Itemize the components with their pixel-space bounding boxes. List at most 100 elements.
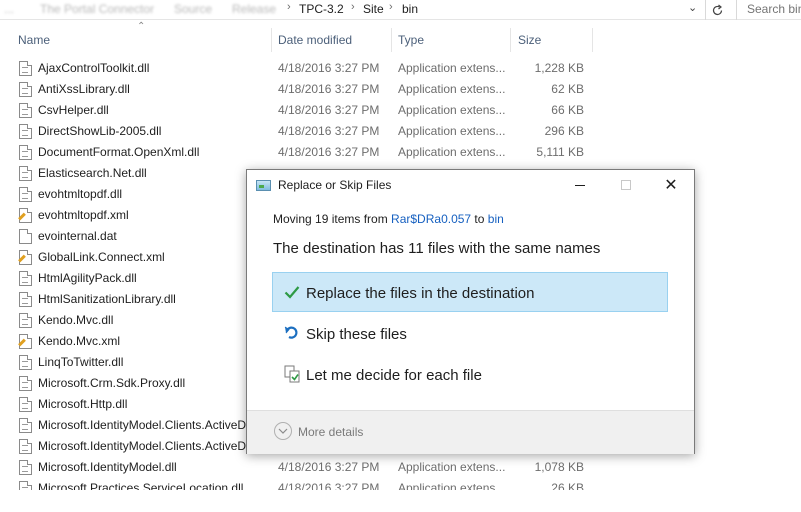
dialog-title: Replace or Skip Files <box>278 178 392 192</box>
file-size: 66 KB <box>551 103 584 117</box>
dll-file-icon <box>19 271 32 286</box>
destination-link[interactable]: bin <box>488 212 504 226</box>
sort-ascending-icon: ⌃ <box>137 21 146 32</box>
replace-or-skip-dialog: Replace or Skip Files ✕ Moving 19 items … <box>246 169 695 454</box>
file-date: 4/18/2016 3:27 PM <box>278 145 380 159</box>
skip-files-label: Skip these files <box>306 326 407 343</box>
file-name: evohtmltopdf.xml <box>38 208 129 222</box>
address-bar: ... The Portal Connector Source Release … <box>0 0 801 20</box>
dll-file-icon <box>19 376 32 391</box>
file-date: 4/18/2016 3:27 PM <box>278 124 380 138</box>
file-row[interactable]: AntiXssLibrary.dll 4/18/2016 3:27 PM Appli… <box>0 79 801 100</box>
file-name: HtmlAgilityPack.dll <box>38 271 137 285</box>
dll-file-icon <box>19 124 32 139</box>
file-name: Kendo.Mvc.xml <box>38 334 121 348</box>
file-row[interactable]: DocumentFormat.OpenXml.dll 4/18/2016 3:27… <box>0 142 801 163</box>
file-row[interactable]: CsvHelper.dll 4/18/2016 3:27 PM Applicatio… <box>0 100 801 121</box>
file-name: evointernal.dat <box>38 229 117 243</box>
file-name: evohtmltopdf.dll <box>38 187 123 201</box>
minimize-button[interactable] <box>557 170 603 200</box>
breadcrumb-tpc[interactable]: TPC-3.2 <box>299 2 344 16</box>
close-button[interactable]: ✕ <box>648 170 694 200</box>
dll-file-icon <box>19 481 32 490</box>
column-divider[interactable] <box>391 28 392 52</box>
column-header-type[interactable]: Type <box>398 28 424 52</box>
dll-file-icon <box>19 82 32 97</box>
file-date: 4/18/2016 3:27 PM <box>278 103 380 117</box>
dll-file-icon <box>19 418 32 433</box>
breadcrumb-blurred-0: ... <box>4 2 15 16</box>
search-box[interactable] <box>736 0 801 20</box>
search-input[interactable] <box>737 0 801 18</box>
xml-file-icon <box>19 208 32 223</box>
column-header-date[interactable]: Date modified <box>278 28 352 52</box>
skip-files-option[interactable]: Skip these files <box>272 313 668 353</box>
file-date: 4/18/2016 3:27 PM <box>278 82 380 96</box>
dll-file-icon <box>19 166 32 181</box>
dll-file-icon <box>19 439 32 454</box>
column-divider[interactable] <box>592 28 593 52</box>
maximize-button <box>603 170 649 200</box>
file-name: Microsoft.IdentityModel.Clients.ActiveD <box>38 439 247 453</box>
file-name: Microsoft.IdentityModel.Clients.ActiveD <box>38 418 247 432</box>
file-row[interactable]: Microsoft.IdentityModel.dll 4/18/2016 3:2… <box>0 457 801 478</box>
checkmark-icon <box>283 283 301 301</box>
file-name: DocumentFormat.OpenXml.dll <box>38 145 200 159</box>
file-type: Application extens... <box>398 481 506 490</box>
breadcrumb-site[interactable]: Site <box>363 2 384 16</box>
file-name: Microsoft.Crm.Sdk.Proxy.dll <box>38 376 186 390</box>
file-name: Microsoft.Http.dll <box>38 397 128 411</box>
file-date: 4/18/2016 3:27 PM <box>278 481 380 490</box>
decide-each-option[interactable]: Let me decide for each file <box>272 354 668 394</box>
breadcrumb-bin[interactable]: bin <box>402 2 418 16</box>
expand-chevron-icon[interactable] <box>274 422 292 440</box>
more-details-link[interactable]: More details <box>298 425 363 439</box>
maximize-icon <box>621 180 631 190</box>
file-row[interactable]: AjaxControlToolkit.dll 4/18/2016 3:27 PM A… <box>0 58 801 79</box>
breadcrumb-blurred-3: Release <box>232 2 277 16</box>
file-type: Application extens... <box>398 61 506 75</box>
moving-prefix: Moving 19 items from <box>273 212 392 226</box>
address-path-box[interactable]: ... The Portal Connector Source Release … <box>0 0 706 20</box>
replace-files-label: Replace the files in the destination <box>306 285 535 302</box>
file-size: 26 KB <box>551 481 584 490</box>
breadcrumb-blurred-1: The Portal Connector <box>40 2 155 16</box>
xml-file-icon <box>19 334 32 349</box>
minimize-icon <box>575 184 585 186</box>
file-name: LinqToTwitter.dll <box>38 355 124 369</box>
dll-file-icon <box>19 103 32 118</box>
source-link[interactable]: Rar$DRa0.057 <box>391 212 471 226</box>
moving-to: to <box>471 212 488 226</box>
dialog-footer: More details <box>247 410 694 454</box>
chevron-right-icon: › <box>351 1 355 13</box>
chevron-down-icon[interactable]: ⌄ <box>688 1 697 14</box>
decide-each-label: Let me decide for each file <box>306 367 482 384</box>
dll-file-icon <box>19 145 32 160</box>
dll-file-icon <box>19 313 32 328</box>
dll-file-icon <box>19 397 32 412</box>
file-type: Application extens... <box>398 460 506 474</box>
compare-files-icon <box>283 365 301 383</box>
file-date: 4/18/2016 3:27 PM <box>278 61 380 75</box>
dll-file-icon <box>19 61 32 76</box>
file-size: 296 KB <box>544 124 584 138</box>
file-type: Application extens... <box>398 124 506 138</box>
dialog-title-bar[interactable]: Replace or Skip Files ✕ <box>247 170 694 200</box>
file-name: CsvHelper.dll <box>38 103 109 117</box>
file-name: AjaxControlToolkit.dll <box>38 61 150 75</box>
refresh-button[interactable] <box>707 0 727 20</box>
column-header-name[interactable]: Name <box>18 28 50 52</box>
file-name: Elasticsearch.Net.dll <box>38 166 147 180</box>
replace-files-option[interactable]: Replace the files in the destination <box>272 272 668 312</box>
file-name: HtmlSanitizationLibrary.dll <box>38 292 176 306</box>
skip-arrow-icon <box>283 324 301 342</box>
file-date: 4/18/2016 3:27 PM <box>278 460 380 474</box>
column-header-size[interactable]: Size <box>518 28 541 52</box>
column-divider[interactable] <box>510 28 511 52</box>
file-row[interactable]: Microsoft.Practices.ServiceLocation.dll 4… <box>0 478 801 490</box>
close-icon: ✕ <box>664 177 678 194</box>
column-divider[interactable] <box>271 28 272 52</box>
file-row[interactable]: DirectShowLib-2005.dll 4/18/2016 3:27 PM A… <box>0 121 801 142</box>
refresh-icon <box>712 4 722 15</box>
file-type: Application extens... <box>398 103 506 117</box>
